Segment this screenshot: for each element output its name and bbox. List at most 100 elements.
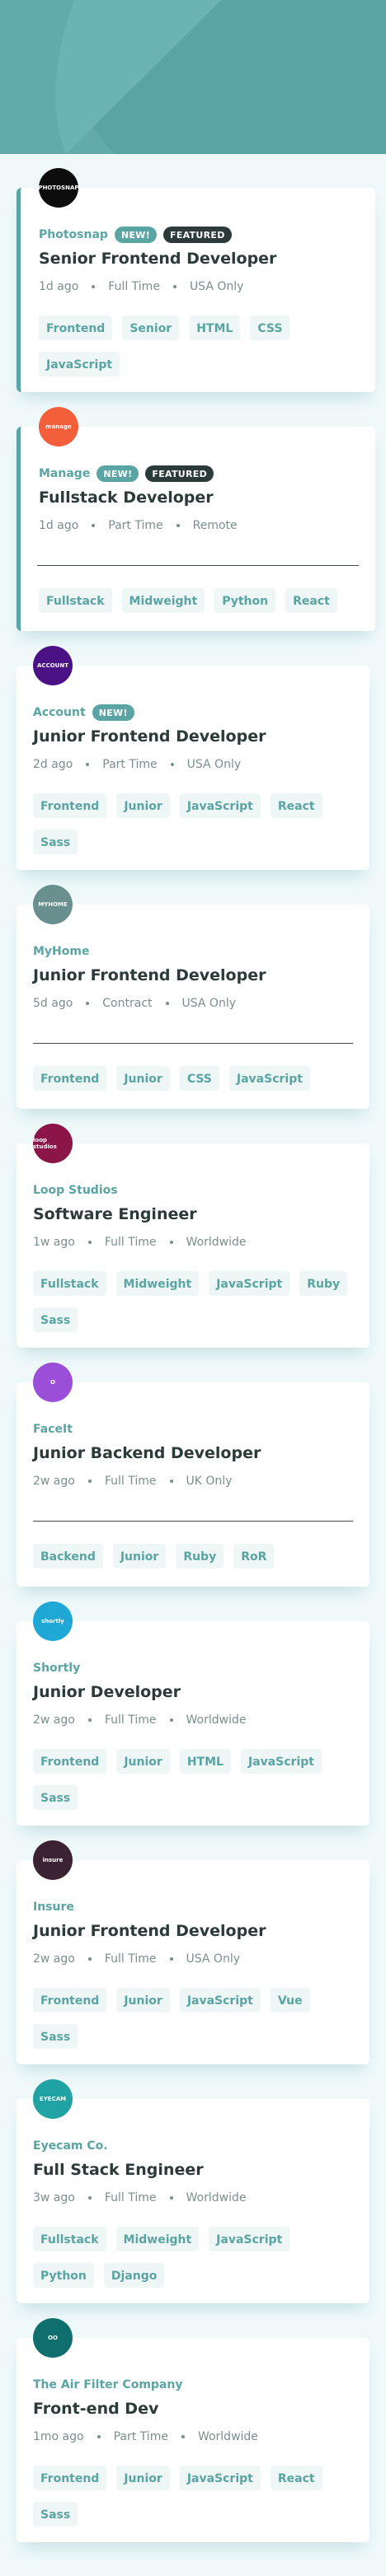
job-title[interactable]: Full Stack Engineer bbox=[33, 2161, 204, 2179]
filter-tag[interactable]: Backend bbox=[33, 1544, 103, 1569]
filter-tag[interactable]: JavaScript bbox=[179, 2466, 261, 2490]
job-title[interactable]: Junior Backend Developer bbox=[33, 1444, 261, 1462]
separator-dot bbox=[87, 2196, 92, 2200]
company-name[interactable]: Eyecam Co. bbox=[33, 2139, 108, 2153]
filter-tag[interactable]: React bbox=[270, 2466, 322, 2490]
filter-tag[interactable]: Frontend bbox=[33, 1749, 107, 1774]
filter-tag[interactable]: Junior bbox=[116, 2466, 170, 2490]
filter-tag[interactable]: Junior bbox=[116, 1749, 170, 1774]
filter-tag[interactable]: React bbox=[270, 793, 322, 818]
job-location: USA Only bbox=[186, 1952, 241, 1966]
job-title[interactable]: Fullstack Developer bbox=[39, 489, 214, 507]
job-card[interactable]: shortly Shortly Junior Developer 2w ago F… bbox=[16, 1601, 370, 1826]
filter-tag[interactable]: Sass bbox=[33, 2502, 78, 2527]
filter-tag[interactable]: Sass bbox=[33, 830, 78, 854]
filter-tag[interactable]: Midweight bbox=[121, 588, 205, 613]
job-title[interactable]: Software Engineer bbox=[33, 1205, 197, 1223]
contract-type: Full Time bbox=[104, 2191, 157, 2204]
filter-tag[interactable]: Fullstack bbox=[39, 588, 112, 613]
company-logo: EYECAM bbox=[33, 2079, 73, 2119]
job-title[interactable]: Junior Frontend Developer bbox=[33, 727, 266, 746]
job-card[interactable]: MYHOME MyHome Junior Frontend Developer 5… bbox=[16, 885, 370, 1109]
card-divider bbox=[33, 1043, 353, 1044]
filter-tag[interactable]: HTML bbox=[189, 316, 241, 340]
job-card[interactable]: PHOTOSNAP Photosnap NEW! FEATURED Senior Fr… bbox=[16, 168, 375, 392]
filter-tag[interactable]: JavaScript bbox=[179, 1988, 261, 2013]
filter-tag[interactable]: Junior bbox=[112, 1544, 167, 1569]
job-tags: Frontend Junior CSS JavaScript bbox=[33, 1066, 353, 1091]
filter-tag[interactable]: JavaScript bbox=[39, 352, 120, 376]
filter-tag[interactable]: JavaScript bbox=[228, 1066, 310, 1091]
company-name[interactable]: Photosnap bbox=[39, 228, 108, 241]
separator-dot bbox=[87, 1480, 92, 1483]
job-title[interactable]: Junior Developer bbox=[33, 1683, 181, 1701]
contract-type: Full Time bbox=[104, 1713, 157, 1727]
posted-at: 5d ago bbox=[33, 997, 73, 1010]
filter-tag[interactable]: CSS bbox=[250, 316, 290, 340]
filter-tag[interactable]: Ruby bbox=[299, 1271, 348, 1296]
filter-tag[interactable]: JavaScript bbox=[179, 793, 261, 818]
filter-tag[interactable]: Fullstack bbox=[33, 2227, 106, 2251]
company-name[interactable]: Manage bbox=[39, 467, 90, 480]
separator-dot bbox=[169, 1718, 173, 1722]
company-logo: insure bbox=[33, 1840, 73, 1880]
filter-tag[interactable]: RoR bbox=[233, 1544, 275, 1569]
filter-tag[interactable]: Python bbox=[33, 2263, 94, 2288]
job-card[interactable]: manage Manage NEW! FEATURED Fullstack Devel… bbox=[16, 407, 375, 631]
company-name[interactable]: FaceIt bbox=[33, 1423, 73, 1436]
company-name[interactable]: MyHome bbox=[33, 945, 89, 958]
filter-tag[interactable]: Frontend bbox=[33, 1988, 107, 2013]
filter-tag[interactable]: Ruby bbox=[176, 1544, 224, 1569]
company-row: Shortly bbox=[33, 1659, 80, 1677]
job-card[interactable]: OO The Air Filter Company Front-end Dev 1… bbox=[16, 2318, 370, 2542]
filter-tag[interactable]: Frontend bbox=[33, 1066, 107, 1091]
filter-tag[interactable]: Junior bbox=[116, 1066, 170, 1091]
filter-tag[interactable]: HTML bbox=[179, 1749, 231, 1774]
job-card[interactable]: loop studios Loop Studios Software Engine… bbox=[16, 1124, 370, 1348]
job-title[interactable]: Front-end Dev bbox=[33, 2400, 158, 2418]
filter-tag[interactable]: JavaScript bbox=[240, 1749, 322, 1774]
job-tags: Backend Junior Ruby RoR bbox=[33, 1544, 353, 1569]
job-title[interactable]: Senior Frontend Developer bbox=[39, 250, 276, 268]
filter-tag[interactable]: React bbox=[285, 588, 337, 613]
job-card[interactable]: O FaceIt Junior Backend Developer 2w ago … bbox=[16, 1363, 370, 1587]
filter-tag[interactable]: Senior bbox=[122, 316, 180, 340]
company-name[interactable]: The Air Filter Company bbox=[33, 2378, 182, 2391]
job-card[interactable]: EYECAM Eyecam Co. Full Stack Engineer 3w … bbox=[16, 2079, 370, 2303]
filter-tag[interactable]: Python bbox=[214, 588, 276, 613]
posted-at: 1mo ago bbox=[33, 2430, 84, 2443]
filter-tag[interactable]: Midweight bbox=[115, 1271, 200, 1296]
contract-type: Full Time bbox=[104, 1952, 157, 1966]
company-logo: O bbox=[33, 1363, 73, 1402]
header-banner bbox=[0, 0, 386, 154]
job-title[interactable]: Junior Frontend Developer bbox=[33, 966, 266, 984]
job-tags: Frontend Junior JavaScript React Sass bbox=[33, 793, 353, 854]
separator-dot bbox=[96, 2435, 101, 2438]
job-title[interactable]: Junior Frontend Developer bbox=[33, 1922, 266, 1940]
filter-tag[interactable]: JavaScript bbox=[209, 1271, 290, 1296]
company-name[interactable]: Account bbox=[33, 706, 86, 719]
filter-tag[interactable]: Vue bbox=[270, 1988, 310, 2013]
filter-tag[interactable]: Sass bbox=[33, 1785, 78, 1810]
company-name[interactable]: Loop Studios bbox=[33, 1184, 118, 1197]
filter-tag[interactable]: Frontend bbox=[33, 2466, 107, 2490]
filter-tag[interactable]: JavaScript bbox=[209, 2227, 290, 2251]
company-name[interactable]: Shortly bbox=[33, 1662, 80, 1675]
company-name[interactable]: Insure bbox=[33, 1900, 74, 1914]
filter-tag[interactable]: Midweight bbox=[115, 2227, 200, 2251]
filter-tag[interactable]: Sass bbox=[33, 1307, 78, 1332]
filter-tag[interactable]: Junior bbox=[116, 793, 170, 818]
job-card[interactable]: ACCOUNT Account NEW! Junior Frontend Devel… bbox=[16, 646, 370, 870]
filter-tag[interactable]: Django bbox=[103, 2263, 165, 2288]
filter-tag[interactable]: Junior bbox=[116, 1988, 170, 2013]
job-location: Worldwide bbox=[186, 1236, 247, 1249]
filter-tag[interactable]: Sass bbox=[33, 2024, 78, 2049]
filter-tag[interactable]: Frontend bbox=[33, 793, 107, 818]
job-card[interactable]: insure Insure Junior Frontend Developer 2… bbox=[16, 1840, 370, 2064]
contract-type: Part Time bbox=[102, 758, 158, 771]
job-location: USA Only bbox=[189, 280, 244, 293]
filter-tag[interactable]: Frontend bbox=[39, 316, 113, 340]
filter-tag[interactable]: CSS bbox=[179, 1066, 219, 1091]
filter-tag[interactable]: Fullstack bbox=[33, 1271, 106, 1296]
company-row: The Air Filter Company bbox=[33, 2376, 182, 2394]
